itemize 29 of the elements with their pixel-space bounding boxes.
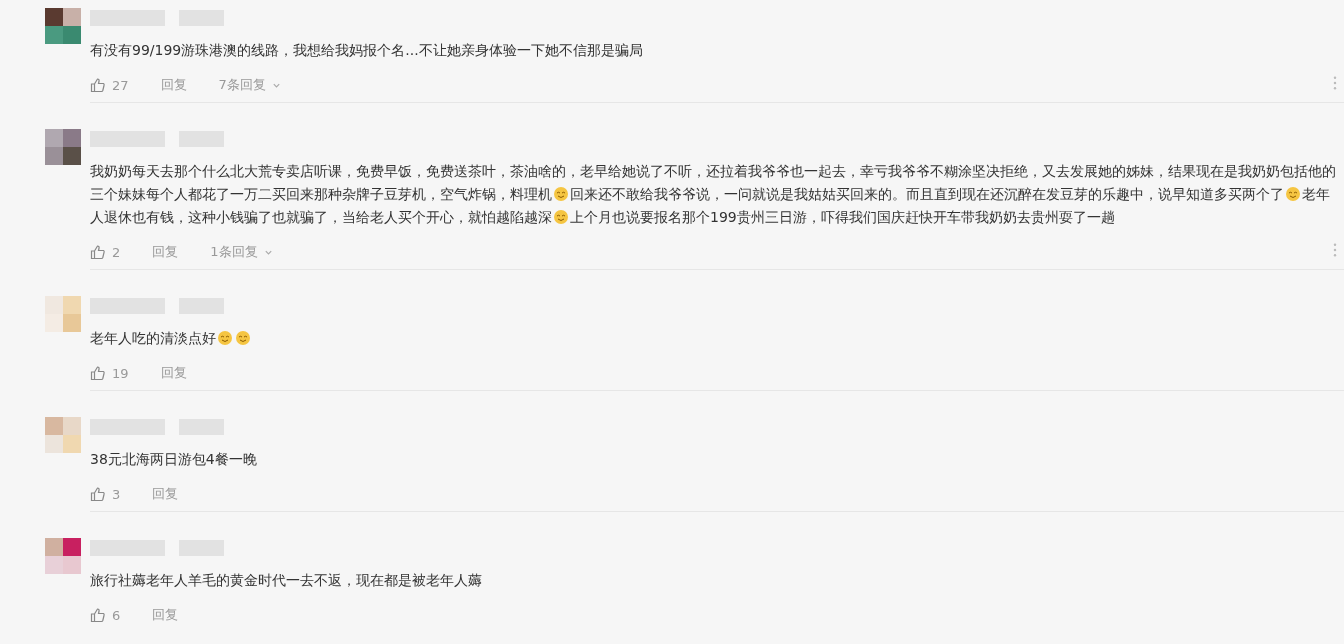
comment-text: 旅行社薅老年人羊毛的黄金时代一去不返，现在都是被老年人薅 [90, 571, 483, 590]
thumbs-up-icon [90, 486, 106, 502]
like-button[interactable]: 6 [90, 607, 121, 623]
like-button[interactable]: 27 [90, 77, 129, 93]
thumbs-up-icon [90, 244, 106, 260]
comment-text: 我奶奶每天去那个什么北大荒专卖店听课，免费早饭，免费送茶叶，茶油啥的，老早给她说了不听，还拉着我爷爷也一起去，幸亏我爷爷不糊涂坚决拒绝，又去发展她的姊妹，结果现在是我奶奶包括他的三个妹妹每个人都花了一万二买回来那种杂牌子豆芽机，空气炸锅，料理机 回来还不敢给我爷爷说，一问就说是我姑姑买回来的。而且直到现在还沉醉在发豆芽的乐趣中，说早知道多买两个了 老年人退休也有钱，这种小钱骗了也就骗了，当给老人买个开心，就怕越陷越深 上个月也说要报名那个199贵州三日游，吓得我们国庆赶快开车带我奶奶去贵州耍了一趟 [90, 162, 1337, 227]
emoji-icon [1285, 186, 1301, 202]
comment-text: 38元北海两日游包4餐一晚 [90, 450, 258, 469]
reply-button[interactable]: 回复 [160, 364, 187, 382]
reply-button[interactable]: 回复 [152, 243, 179, 261]
replies-toggle[interactable]: 7条回复 [218, 76, 281, 94]
more-icon[interactable] [1333, 243, 1337, 257]
emoji-icon [217, 330, 233, 346]
like-button[interactable]: 19 [90, 365, 129, 381]
emoji-icon [235, 330, 251, 346]
thumbs-up-icon [90, 365, 106, 381]
comment-text: 老年人吃的清淡点好 [90, 327, 1340, 350]
like-button[interactable]: 3 [90, 486, 121, 502]
emoji-icon [553, 209, 569, 225]
reply-button[interactable]: 回复 [152, 606, 179, 624]
like-button[interactable]: 2 [90, 244, 121, 260]
reply-button[interactable]: 回复 [152, 485, 179, 503]
emoji-icon [553, 186, 569, 202]
reply-button[interactable]: 回复 [160, 76, 187, 94]
more-icon[interactable] [1333, 76, 1337, 90]
thumbs-up-icon [90, 607, 106, 623]
thumbs-up-icon [90, 77, 106, 93]
replies-toggle[interactable]: 1条回复 [210, 243, 273, 261]
comment-text: 有没有99/199游珠港澳的线路，我想给我妈报个名...不让她亲身体验一下她不信那是骗局 [90, 41, 644, 60]
